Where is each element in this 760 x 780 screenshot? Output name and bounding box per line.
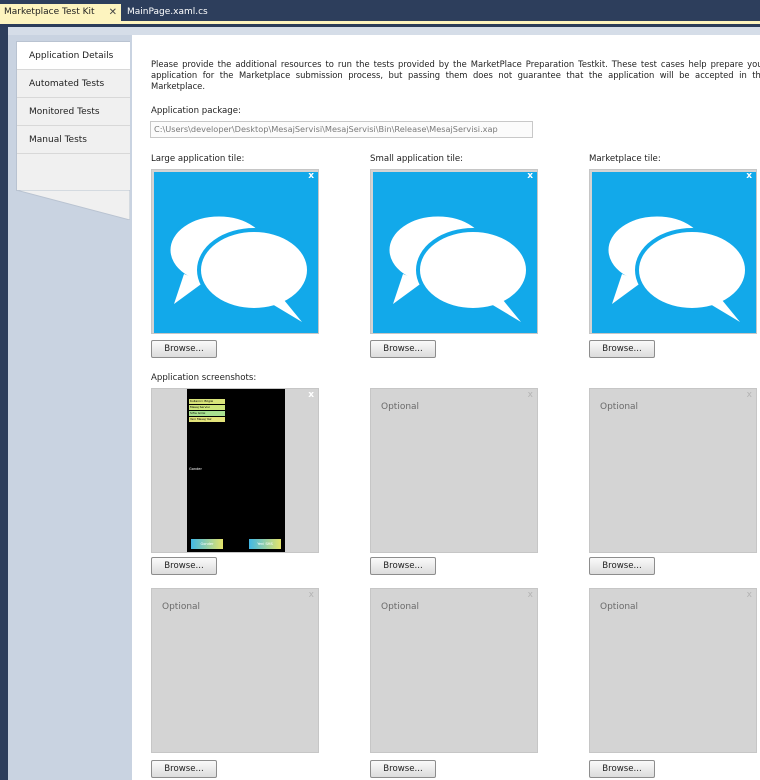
browse-screenshot-6-button[interactable]: Browse... [589,760,655,778]
chat-bubbles-icon [386,213,529,322]
remove-icon[interactable]: x [528,590,533,600]
application-details-panel: Please provide the additional resources … [132,35,760,780]
nav-item-automated-tests[interactable]: Automated Tests [17,70,130,98]
package-path-field[interactable]: C:\Users\developer\Desktop\MesajServisi\… [150,121,533,138]
browse-large-tile-button[interactable]: Browse... [151,340,217,358]
nav-item-monitored-tests[interactable]: Monitored Tests [17,98,130,126]
optional-placeholder: Optional [600,602,639,612]
small-tile-label: Small application tile: [370,154,464,164]
tab-label: MainPage.xaml.cs [127,7,208,17]
remove-icon[interactable]: x [746,171,752,181]
phone-bar: Yeni Mesaj Yaz [189,417,225,422]
remove-icon[interactable]: x [747,590,752,600]
marketplace-tile-preview[interactable]: x [589,169,757,334]
browse-screenshot-5-button[interactable]: Browse... [370,760,436,778]
nav-panel-tail [16,190,130,220]
nav-item-application-details[interactable]: Application Details [17,42,130,70]
window-frame [0,27,8,780]
screenshot-4[interactable]: Optional x [151,588,319,753]
tab-mainpage-xaml-cs[interactable]: MainPage.xaml.cs [123,4,212,21]
phone-screenshot: Kullanici: Bilgisi Mesaj Servisi Sifre G… [187,389,285,552]
screenshot-1[interactable]: Kullanici: Bilgisi Mesaj Servisi Sifre G… [151,388,319,553]
remove-icon[interactable]: x [308,171,314,181]
nav-panel: Application Details Automated Tests Moni… [16,41,130,191]
browse-screenshot-2-button[interactable]: Browse... [370,557,436,575]
optional-placeholder: Optional [600,402,639,412]
phone-bar: Kullanici: Bilgisi [189,399,225,404]
optional-placeholder: Optional [162,602,201,612]
phone-button: Gonder [191,539,223,549]
tile-image [154,172,318,333]
optional-placeholder: Optional [381,602,420,612]
tile-image [373,172,537,333]
phone-text: Gonder [189,467,202,471]
remove-icon[interactable]: x [528,390,533,400]
intro-text: Please provide the additional resources … [151,59,760,91]
phone-bar: Sifre Girisi [189,411,225,416]
tile-image [592,172,756,333]
top-band [8,27,760,35]
remove-icon[interactable]: x [309,590,314,600]
screenshot-6[interactable]: Optional x [589,588,757,753]
screenshots-label: Application screenshots: [151,373,257,383]
screenshot-3[interactable]: Optional x [589,388,757,553]
tab-marketplace-test-kit[interactable]: Marketplace Test Kit ✕ [0,4,121,21]
phone-bar: Mesaj Servisi [189,405,225,410]
chat-bubbles-icon [605,213,748,322]
screenshot-2[interactable]: Optional x [370,388,538,553]
browse-marketplace-tile-button[interactable]: Browse... [589,340,655,358]
phone-button: Yeni SMS [249,539,281,549]
optional-placeholder: Optional [381,402,420,412]
remove-icon[interactable]: x [527,171,533,181]
browse-screenshot-4-button[interactable]: Browse... [151,760,217,778]
tab-label: Marketplace Test Kit [4,7,95,17]
browse-screenshot-3-button[interactable]: Browse... [589,557,655,575]
left-navigation: Application Details Automated Tests Moni… [8,35,132,780]
large-tile-preview[interactable]: x [151,169,319,334]
browse-screenshot-1-button[interactable]: Browse... [151,557,217,575]
screenshot-5[interactable]: Optional x [370,588,538,753]
document-tab-strip: Marketplace Test Kit ✕ MainPage.xaml.cs [0,0,760,24]
package-label: Application package: [151,106,241,116]
large-tile-label: Large application tile: [151,154,245,164]
chat-bubbles-icon [167,213,310,322]
browse-small-tile-button[interactable]: Browse... [370,340,436,358]
remove-icon[interactable]: x [747,390,752,400]
close-icon[interactable]: ✕ [109,4,117,21]
marketplace-tile-label: Marketplace tile: [589,154,661,164]
small-tile-preview[interactable]: x [370,169,538,334]
remove-icon[interactable]: x [308,390,314,400]
nav-item-manual-tests[interactable]: Manual Tests [17,126,130,154]
